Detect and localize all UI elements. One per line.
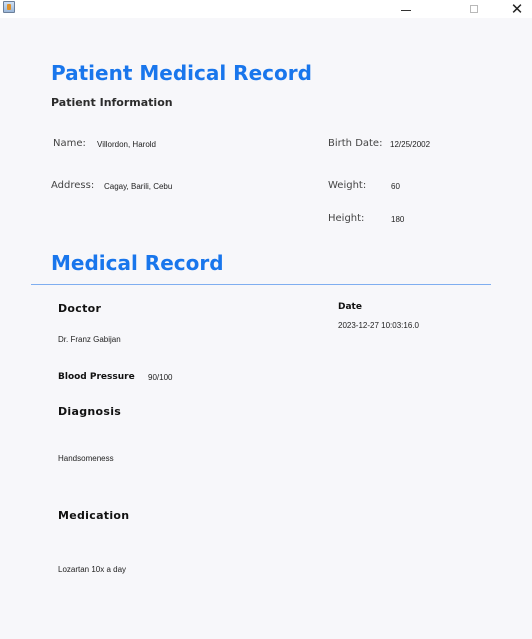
doctor-value: Dr. Franz Gabijan	[58, 335, 121, 344]
java-app-icon[interactable]	[3, 1, 15, 13]
maximize-button[interactable]	[459, 0, 489, 18]
record-window: ✕ Patient Medical Record Patient Informa…	[0, 0, 532, 639]
address-value: Cagay, Barili, Cebu	[104, 182, 173, 191]
blood-pressure-value: 90/100	[148, 373, 173, 382]
height-label: Height:	[328, 213, 365, 224]
height-value: 180	[391, 215, 405, 224]
weight-value: 60	[391, 182, 400, 191]
section-divider	[31, 284, 491, 285]
name-label: Name:	[53, 138, 86, 149]
minimize-icon	[401, 9, 411, 11]
minimize-button[interactable]	[391, 0, 421, 18]
medical-record-heading: Medical Record	[51, 251, 224, 275]
title-bar[interactable]: ✕	[0, 0, 532, 18]
patient-information-heading: Patient Information	[51, 96, 173, 109]
medication-value: Lozartan 10x a day	[58, 565, 127, 574]
diagnosis-value: Handsomeness	[58, 454, 114, 463]
date-label: Date	[338, 302, 362, 312]
address-label: Address:	[51, 180, 95, 191]
weight-label: Weight:	[328, 180, 367, 191]
close-icon: ✕	[510, 0, 524, 18]
date-value: 2023-12-27 10:03:16.0	[338, 321, 419, 330]
birth-date-value: 12/25/2002	[390, 140, 431, 149]
birth-date-label: Birth Date:	[328, 138, 383, 149]
diagnosis-label: Diagnosis	[58, 405, 122, 418]
page-title: Patient Medical Record	[51, 61, 312, 85]
medication-label: Medication	[58, 509, 130, 522]
blood-pressure-label: Blood Pressure	[58, 372, 135, 382]
maximize-icon	[470, 5, 478, 13]
close-button[interactable]: ✕	[502, 0, 532, 18]
name-value: Villordon, Harold	[97, 140, 156, 149]
doctor-label: Doctor	[58, 302, 102, 315]
